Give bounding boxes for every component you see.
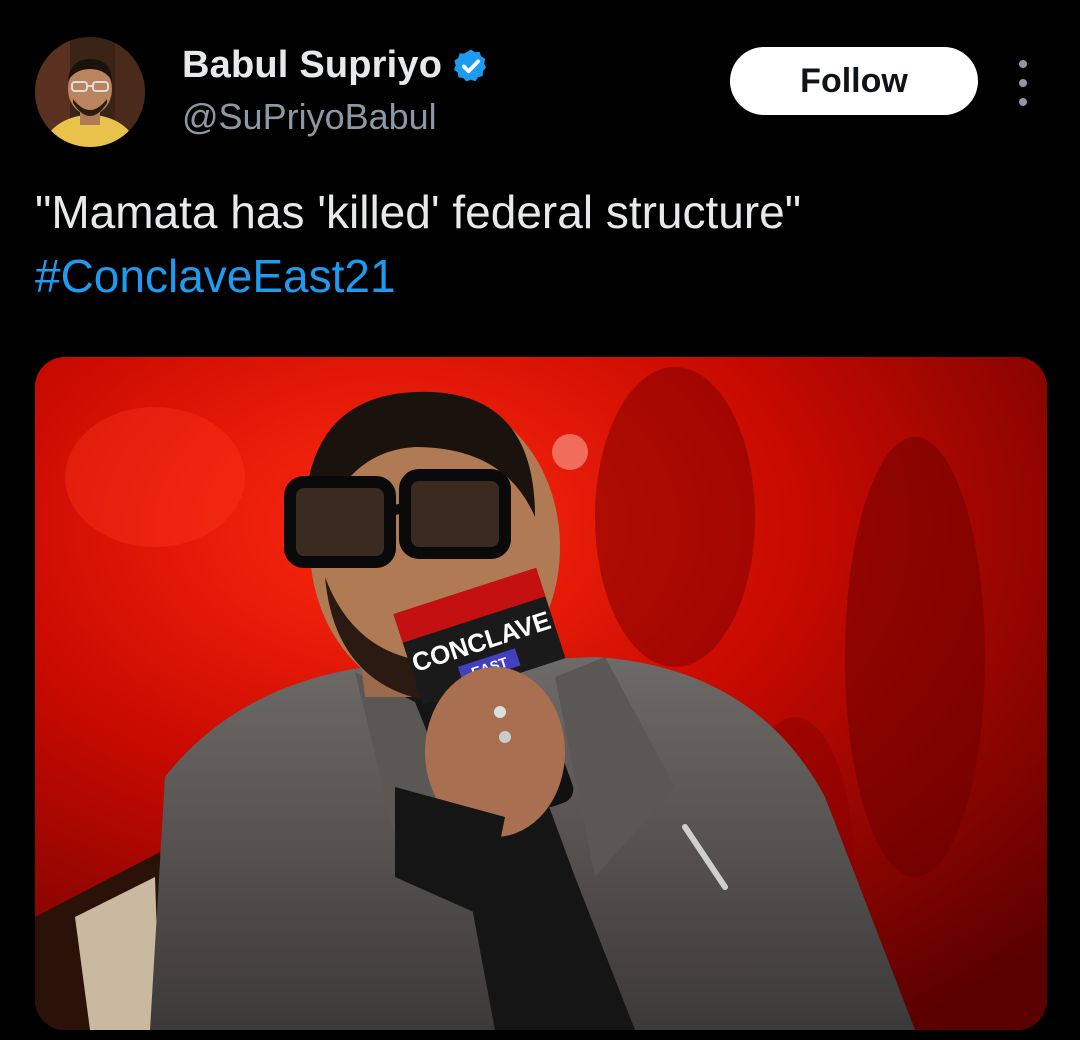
tweet-header: Babul Supriyo @SuPriyoBabul Follow	[0, 0, 1080, 160]
tweet-body-text: "Mamata has 'killed' federal structure"	[35, 186, 802, 238]
more-vertical-icon[interactable]	[1008, 60, 1038, 106]
tweet-media-image[interactable]: CONCLAVE EAST	[35, 357, 1047, 1030]
more-dot	[1019, 60, 1027, 68]
more-dot	[1019, 98, 1027, 106]
more-dot	[1019, 79, 1027, 87]
tweet-text: "Mamata has 'killed' federal structure" …	[35, 180, 1045, 308]
verified-badge-icon	[452, 47, 490, 85]
author-display-name[interactable]: Babul Supriyo	[182, 44, 442, 87]
author-handle[interactable]: @SuPriyoBabul	[182, 96, 437, 138]
hashtag-link[interactable]: #ConclaveEast21	[35, 244, 1045, 308]
avatar[interactable]	[35, 37, 145, 147]
author-name-row[interactable]: Babul Supriyo	[182, 44, 490, 87]
follow-button[interactable]: Follow	[730, 47, 978, 115]
